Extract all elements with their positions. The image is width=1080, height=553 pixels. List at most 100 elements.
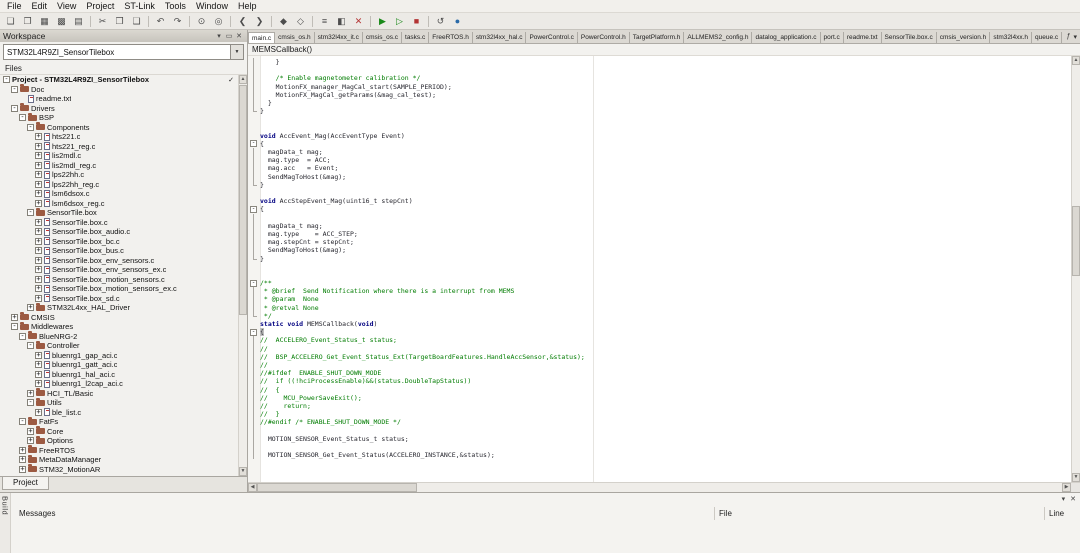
function-nav-label[interactable]: MEMSCallback() [252,45,312,54]
editor-hscrollbar[interactable]: ◀ ▶ [248,482,1080,492]
copy-icon[interactable]: ❒ [112,14,127,28]
next-bookmark-icon[interactable]: ◇ [293,14,308,28]
save-icon[interactable]: ▦ [37,14,52,28]
navigate-forward-icon[interactable]: ❯ [252,14,267,28]
tree-item[interactable]: + bluenrg1_l2cap_aci.c [0,379,238,389]
expand-toggle-icon[interactable]: + [35,180,42,188]
editor-tab-sensortile-box-c[interactable]: SensorTile.box.c [881,32,937,43]
editor-tab-stm32l4xx-h[interactable]: stm32l4xx.h [990,32,1032,43]
editor-tab-main-c[interactable]: main.c [248,32,276,43]
tree-item[interactable]: + hts221.c [0,132,238,142]
expand-toggle-icon[interactable]: + [27,304,34,312]
menu-item-file[interactable]: File [2,0,27,12]
download-and-debug-icon[interactable]: ▶ [375,14,390,28]
editor-tab-cmsis-version-h[interactable]: cmsis_version.h [936,32,991,43]
find-next-icon[interactable]: ◎ [211,14,226,28]
fold-collapse-icon[interactable]: - [250,328,257,336]
expand-toggle-icon[interactable]: - [27,342,34,350]
tree-item[interactable]: - BSP [0,112,238,123]
close-icon[interactable]: ✕ [234,32,244,40]
tab-project[interactable]: Project [2,477,49,490]
expand-toggle-icon[interactable]: - [19,114,26,122]
editor-tab-allmems2-config-h[interactable]: ALLMEMS2_config.h [684,32,753,43]
editor-vscrollbar-thumb[interactable] [1072,206,1080,276]
tree-item[interactable]: - SensorTile.box [0,207,238,218]
stop-debug-icon[interactable]: ■ [409,14,424,28]
expand-toggle-icon[interactable]: + [35,285,42,293]
tree-item[interactable]: + SensorTile.box_motion_sensors_ex.c [0,284,238,294]
make-icon[interactable]: ≡ [317,14,332,28]
scroll-right-icon[interactable]: ▶ [1062,483,1071,492]
expand-toggle-icon[interactable]: - [3,76,10,84]
tree-item[interactable]: + Core [0,426,238,437]
expand-toggle-icon[interactable]: - [19,418,26,426]
expand-toggle-icon[interactable]: + [27,427,34,435]
tree-item[interactable]: - Utils [0,397,238,408]
tree-item[interactable]: + FreeRTOS [0,445,238,456]
navigate-back-icon[interactable]: ❮ [235,14,250,28]
stop-build-icon[interactable]: ✕ [351,14,366,28]
editor-tab-port-c[interactable]: port.c [820,32,844,43]
expand-toggle-icon[interactable]: + [35,237,42,245]
tree-scrollbar[interactable]: ▲ ▼ [238,75,247,476]
tree-item[interactable]: + hts221_reg.c [0,142,238,152]
expand-toggle-icon[interactable]: + [35,266,42,274]
expand-toggle-icon[interactable]: + [35,228,42,236]
expand-toggle-icon[interactable]: - [11,323,18,331]
expand-toggle-icon[interactable]: + [35,275,42,283]
expand-toggle-icon[interactable]: + [35,142,42,150]
tree-item[interactable]: - Middlewares [0,321,238,332]
expand-toggle-icon[interactable]: + [35,133,42,141]
scroll-down-icon[interactable]: ▼ [1072,473,1080,482]
expand-toggle-icon[interactable]: - [27,209,34,217]
expand-toggle-icon[interactable]: - [11,104,18,112]
tree-item[interactable]: + bluenrg1_hal_aci.c [0,370,238,380]
scroll-up-icon[interactable]: ▲ [1072,56,1080,65]
code-area[interactable]: } /* Enable magnetometer calibration */ … [248,56,1080,482]
menu-item-window[interactable]: Window [191,0,233,12]
expand-toggle-icon[interactable]: - [27,123,34,131]
expand-toggle-icon[interactable]: + [35,199,42,207]
tree-item[interactable]: + HCI_TL/Basic [0,388,238,399]
expand-toggle-icon[interactable]: + [35,256,42,264]
tree-item[interactable]: + SensorTile.box.c [0,218,238,228]
tree-item[interactable]: - Project - STM32L4R9ZI_SensorTilebox ✓ [0,75,238,85]
menu-item-edit[interactable]: Edit [27,0,53,12]
undo-icon[interactable]: ↶ [153,14,168,28]
tab-build[interactable]: Build [0,493,11,553]
menu-item-st-link[interactable]: ST-Link [119,0,160,12]
tree-item[interactable]: - FatFs [0,416,238,427]
tree-item[interactable]: + STM32L4xx_HAL_Driver [0,302,238,313]
scroll-up-icon[interactable]: ▲ [239,75,247,84]
menu-item-view[interactable]: View [52,0,81,12]
fold-collapse-icon[interactable]: - [250,205,257,213]
tree-scrollbar-thumb[interactable] [239,85,247,315]
tree-item[interactable]: readme.txt [0,94,238,104]
tree-item[interactable]: + SensorTile.box_env_sensors.c [0,256,238,266]
tree-item[interactable]: + lis2mdl_reg.c [0,161,238,171]
expand-toggle-icon[interactable]: + [35,152,42,160]
editor-tab-tasks-c[interactable]: tasks.c [402,32,430,43]
toggle-bookmark-icon[interactable]: ◆ [276,14,291,28]
menu-item-project[interactable]: Project [81,0,119,12]
tree-item[interactable]: + Options [0,435,238,446]
tree-item[interactable]: + lps22hh_reg.c [0,180,238,190]
tree-item[interactable]: - Components [0,122,238,133]
configuration-select[interactable]: STM32L4R9ZI_SensorTilebox ▼ [3,44,244,60]
expand-toggle-icon[interactable]: + [35,247,42,255]
editor-tab-targetplatform-h[interactable]: TargetPlatform.h [629,32,685,43]
tree-item[interactable]: + SensorTile.box_bus.c [0,246,238,256]
tree-item[interactable]: + SensorTile.box_sd.c [0,294,238,304]
debug-without-downloading-icon[interactable]: ▷ [392,14,407,28]
tree-item[interactable]: + lps22hh.c [0,170,238,180]
scroll-down-icon[interactable]: ▼ [239,467,247,476]
chevron-down-icon[interactable]: ▾ [214,32,224,40]
scroll-left-icon[interactable]: ◀ [248,483,257,492]
fold-collapse-icon[interactable]: - [250,279,257,287]
editor-vscrollbar[interactable]: ▲ ▼ [1071,56,1080,482]
expand-toggle-icon[interactable]: + [35,171,42,179]
tree-item[interactable]: + SensorTile.box_env_sensors_ex.c [0,265,238,275]
expand-toggle-icon[interactable]: + [19,446,26,454]
editor-tab-powercontrol-c[interactable]: PowerControl.c [526,32,578,43]
editor-tab-queue-c[interactable]: queue.c [1032,32,1063,43]
